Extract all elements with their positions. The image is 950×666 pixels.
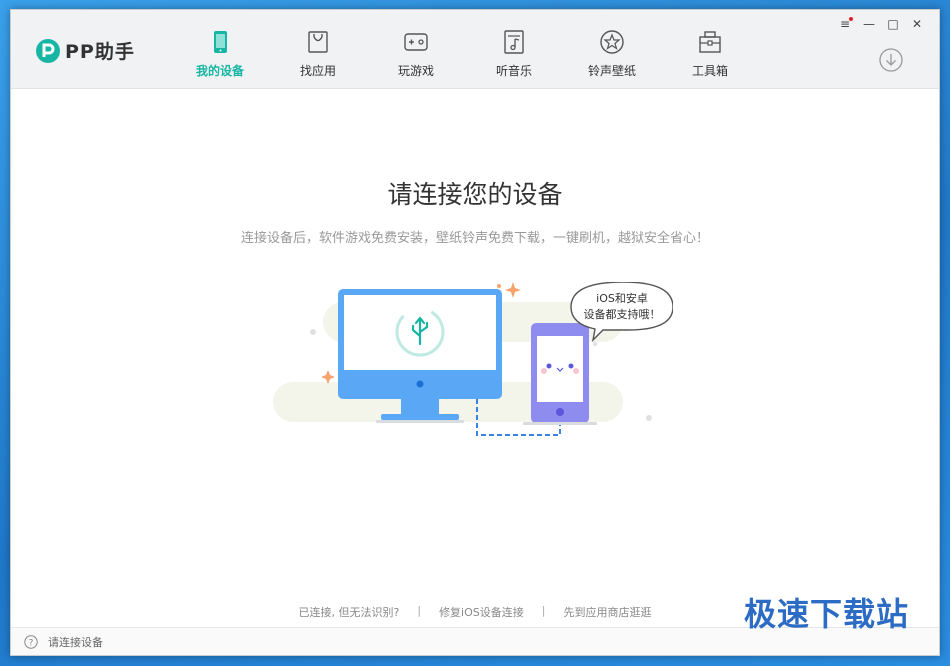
- nav-my-device[interactable]: 我的设备: [171, 10, 269, 88]
- nav-ringtones-wallpapers[interactable]: 铃声壁纸: [563, 10, 661, 88]
- maximize-icon: □: [887, 17, 899, 31]
- nav-label: 找应用: [299, 64, 336, 78]
- status-text: 请连接设备: [48, 635, 103, 649]
- window-controls: ≡ — □ ✕: [833, 15, 929, 33]
- app-logo: PP助手: [35, 37, 135, 64]
- svg-text:?: ?: [29, 638, 34, 648]
- nav-label: 工具箱: [691, 64, 728, 78]
- sparkle-icon: [321, 370, 335, 384]
- device-icon: [214, 31, 227, 53]
- menu-button[interactable]: ≡: [833, 15, 857, 33]
- maximize-button[interactable]: □: [881, 15, 905, 33]
- star-icon: [600, 30, 624, 54]
- music-icon: [504, 30, 524, 54]
- phone-icon: [523, 323, 597, 425]
- help-icon[interactable]: ?: [24, 634, 38, 649]
- nav-find-apps[interactable]: 找应用: [269, 10, 367, 88]
- nav-label: 我的设备: [195, 64, 244, 78]
- close-button[interactable]: ✕: [905, 15, 929, 33]
- page-subtitle: 连接设备后，软件游戏免费安装，壁纸铃声免费下载，一键刷机，越狱安全省心！: [240, 231, 709, 246]
- app-bag-icon: [308, 31, 328, 53]
- link-unrecognized[interactable]: 已连接, 但无法识别?: [299, 604, 400, 620]
- minimize-button[interactable]: —: [857, 15, 881, 33]
- nav-label: 玩游戏: [397, 64, 434, 78]
- gamepad-icon: [404, 33, 428, 51]
- bubble-line-2: 设备都支持哦！: [584, 307, 661, 321]
- close-icon: ✕: [911, 17, 923, 31]
- app-name: PP助手: [65, 41, 135, 63]
- app-window: PP助手 我的设备 找应用 玩游戏 听音乐 铃声壁纸 工具箱 ≡ — □ ✕ 请…: [10, 9, 940, 656]
- page-title: 请连接您的设备: [387, 180, 563, 209]
- main-content: 请连接您的设备 连接设备后，软件游戏免费安装，壁纸铃声免费下载，一键刷机，越狱安…: [11, 89, 939, 629]
- notification-dot: [849, 17, 853, 21]
- pp-logo-icon: [36, 38, 60, 63]
- link-separator: |: [417, 604, 422, 617]
- connect-device-illustration: iOS和安卓 设备都支持哦！: [273, 282, 673, 436]
- minimize-icon: —: [863, 17, 875, 31]
- main-nav: 我的设备 找应用 玩游戏 听音乐 铃声壁纸 工具箱: [171, 10, 759, 88]
- download-icon[interactable]: [879, 48, 903, 72]
- bubble-line-1: iOS和安卓: [596, 291, 648, 305]
- nav-label: 听音乐: [495, 64, 532, 78]
- sparkle-icon: [505, 282, 521, 298]
- nav-label: 铃声壁纸: [587, 64, 636, 78]
- link-repair-ios[interactable]: 修复iOS设备连接: [439, 604, 524, 620]
- toolbox-icon: [699, 31, 721, 53]
- nav-music[interactable]: 听音乐: [465, 10, 563, 88]
- nav-toolbox[interactable]: 工具箱: [661, 10, 759, 88]
- watermark: 极速下载站: [743, 595, 909, 633]
- link-separator: |: [541, 604, 546, 617]
- header-bar: PP助手 我的设备 找应用 玩游戏 听音乐 铃声壁纸 工具箱 ≡ — □ ✕: [11, 10, 939, 89]
- nav-games[interactable]: 玩游戏: [367, 10, 465, 88]
- link-app-store[interactable]: 先到应用商店逛逛: [563, 604, 651, 620]
